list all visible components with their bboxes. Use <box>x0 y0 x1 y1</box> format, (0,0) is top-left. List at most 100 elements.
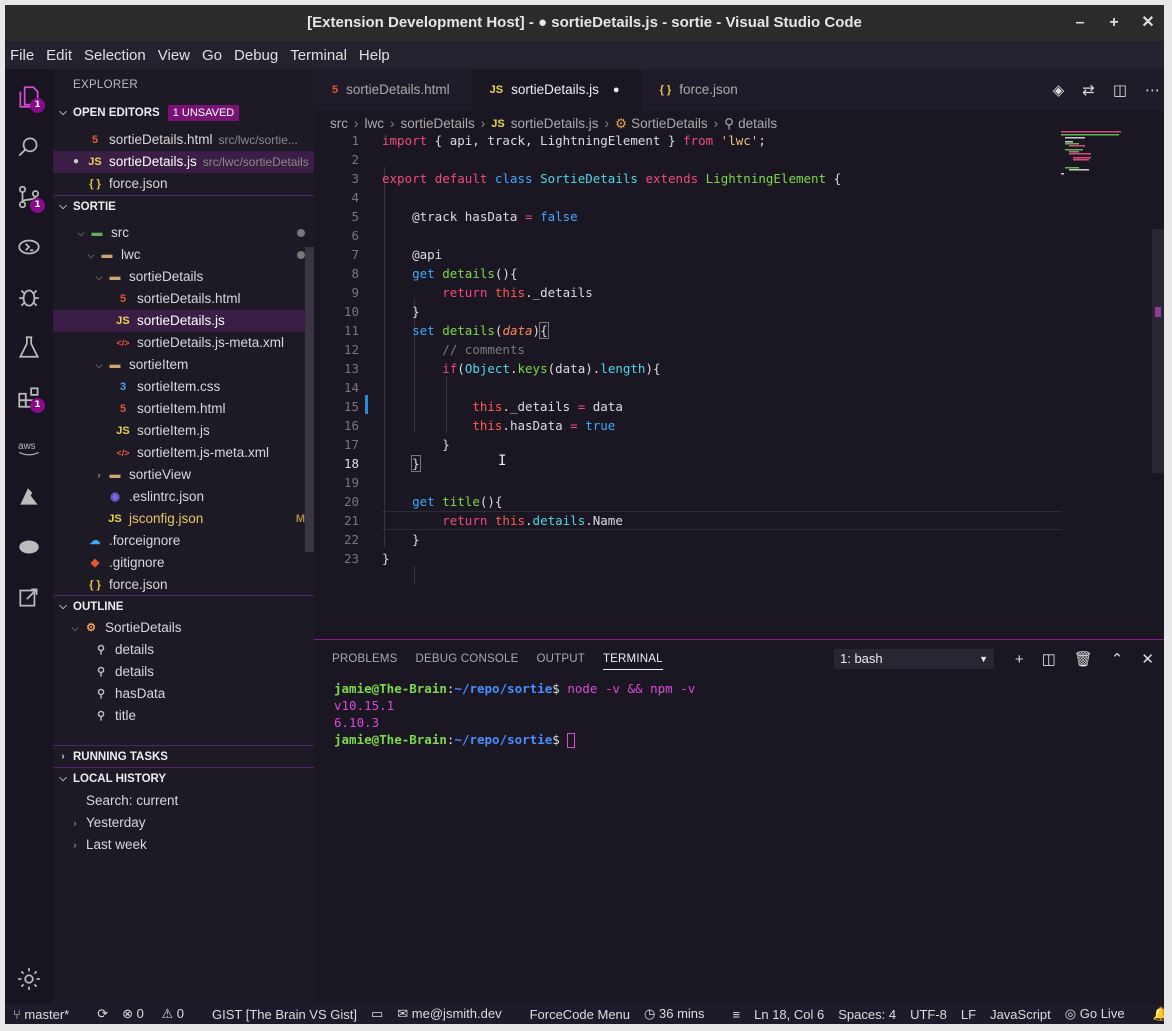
new-terminal-icon[interactable]: + <box>1015 651 1024 668</box>
encoding[interactable]: UTF-8 <box>910 1007 947 1022</box>
open-editor-item[interactable]: 5 sortieDetails.html src/lwc/sortie... <box>53 129 314 151</box>
open-editor-item[interactable]: ● JS sortieDetails.js src/lwc/sortieDetails <box>53 151 314 173</box>
menu-icon[interactable]: ≡ <box>733 1007 741 1022</box>
extensions-icon[interactable]: 1 <box>5 373 53 421</box>
explorer-icon[interactable]: 1 <box>5 73 53 121</box>
tree-folder-src[interactable]: ⌵ ▬ src <box>53 222 314 244</box>
maximize-panel-icon[interactable]: ⌃ <box>1111 650 1124 668</box>
tree-file[interactable]: </> sortieDetails.js-meta.xml <box>53 332 314 354</box>
split-terminal-icon[interactable]: ◫ <box>1042 650 1056 668</box>
editor-scrollbar[interactable] <box>1152 129 1164 629</box>
go-live-button[interactable]: ◎ Go Live <box>1065 1006 1139 1022</box>
tree-file[interactable]: </> sortieItem.js-meta.xml <box>53 442 314 464</box>
trash-icon[interactable]: 🗑 <box>1074 650 1093 668</box>
cursor-position[interactable]: Ln 18, Col 6 <box>754 1007 824 1022</box>
terminal-output[interactable]: jamie@The-Brain:~/repo/sortie$ node -v &… <box>334 680 695 748</box>
history-item[interactable]: › Last week <box>53 834 314 856</box>
source-control-icon[interactable]: 1 <box>5 173 53 221</box>
sortie-folder-header[interactable]: ⌵ SORTIE <box>53 195 314 217</box>
forcecode-menu[interactable]: ForceCode Menu <box>530 1007 630 1022</box>
azure-icon[interactable] <box>5 473 53 521</box>
maximize-button[interactable]: + <box>1106 5 1122 41</box>
open-editors-header[interactable]: ⌵ OPEN EDITORS 1 UNSAVED <box>53 102 314 124</box>
settings-gear-icon[interactable] <box>5 955 53 1003</box>
menu-view[interactable]: View <box>153 47 197 64</box>
terminal-select[interactable]: 1: bash <box>834 649 994 669</box>
timer-indicator[interactable]: ◷ 36 mins <box>644 1006 719 1022</box>
tree-file[interactable]: ◉ .eslintrc.json <box>53 486 314 508</box>
minimap[interactable] <box>1059 129 1139 189</box>
tree-file[interactable]: 5 sortieItem.html <box>53 398 314 420</box>
chevron-right-icon: › <box>61 750 65 762</box>
dirty-dot-icon[interactable]: ● <box>613 69 620 111</box>
menu-debug[interactable]: Debug <box>229 47 285 64</box>
close-panel-icon[interactable]: ✕ <box>1141 650 1154 668</box>
tab-sortiedetails-js[interactable]: JS sortieDetails.js ● <box>471 69 642 111</box>
outline-item[interactable]: ⚲ hasData <box>53 683 314 705</box>
branch-indicator[interactable]: ⑂ master* <box>13 1007 83 1022</box>
outline-class[interactable]: ⌵ ⚙ SortieDetails <box>53 617 314 639</box>
tab-sortiedetails-html[interactable]: 5 sortieDetails.html <box>314 69 472 111</box>
menu-selection[interactable]: Selection <box>79 47 153 64</box>
indentation[interactable]: Spaces: 4 <box>838 1007 896 1022</box>
aws-icon[interactable]: aws <box>5 423 53 471</box>
outline-header[interactable]: ⌵ OUTLINE <box>53 595 314 617</box>
open-editor-item[interactable]: { } force.json <box>53 173 314 195</box>
tab-problems[interactable]: PROBLEMS <box>332 649 398 669</box>
tab-terminal[interactable]: TERMINAL <box>602 649 663 670</box>
tree-file[interactable]: { } force.json <box>53 574 314 596</box>
tree-folder-lwc[interactable]: ⌵ ▬ lwc <box>53 244 314 266</box>
gist-indicator[interactable]: GIST [The Brain VS Gist] <box>212 1007 357 1022</box>
tree-file[interactable]: 3 sortieItem.css <box>53 376 314 398</box>
minimize-button[interactable]: – <box>1072 5 1088 41</box>
split-editor-icon[interactable]: ◫ <box>1113 81 1127 99</box>
menu-go[interactable]: Go <box>197 47 229 64</box>
salesforce-icon[interactable] <box>5 523 53 571</box>
menu-edit[interactable]: Edit <box>41 47 79 64</box>
code-line: } <box>382 304 420 319</box>
more-actions-icon[interactable]: ⋯ <box>1145 81 1160 99</box>
tab-force-json[interactable]: { } force.json <box>641 69 760 111</box>
tree-file[interactable]: ☁ .forceignore <box>53 530 314 552</box>
history-search[interactable]: Search: current <box>53 790 314 812</box>
outline-item[interactable]: ⚲ details <box>53 639 314 661</box>
open-changes-icon[interactable]: ⇄ <box>1082 81 1095 99</box>
eol[interactable]: LF <box>961 1007 976 1022</box>
history-item[interactable]: › Yesterday <box>53 812 314 834</box>
tree-folder-sortieview[interactable]: › ▬ sortieView <box>53 464 314 486</box>
menu-terminal[interactable]: Terminal <box>285 47 354 64</box>
tree-folder-sortiedetails[interactable]: ⌵ ▬ sortieDetails <box>53 266 314 288</box>
close-button[interactable]: ✕ <box>1140 5 1156 41</box>
code-line: @api <box>382 247 443 262</box>
debug-icon[interactable] <box>5 273 53 321</box>
sidebar-scrollbar[interactable] <box>305 247 314 552</box>
menu-help[interactable]: Help <box>354 47 397 64</box>
search-icon[interactable] <box>5 123 53 171</box>
sync-icon[interactable]: ⟳ <box>97 1006 108 1022</box>
code-editor[interactable]: 1 2 3 4 5 6 7 8 9 10 11 12 13 14 15 16 17 18 19 20 21 22 23 im… <box>314 129 1164 639</box>
outline-item[interactable]: ⚲ title <box>53 705 314 727</box>
tab-debug-console[interactable]: DEBUG CONSOLE <box>416 649 519 669</box>
tree-file[interactable]: ◆ .gitignore <box>53 552 314 574</box>
tree-file-selected[interactable]: JS sortieDetails.js <box>53 310 314 332</box>
tab-output[interactable]: OUTPUT <box>536 649 584 669</box>
tree-file[interactable]: JS sortieItem.js <box>53 420 314 442</box>
language-mode[interactable]: JavaScript <box>990 1007 1051 1022</box>
local-history-header[interactable]: ⌵ LOCAL HISTORY <box>53 767 314 789</box>
remote-explorer-icon[interactable] <box>5 223 53 271</box>
flask-icon[interactable] <box>5 323 53 371</box>
user-indicator[interactable]: ✉ me@jsmith.dev <box>397 1006 515 1022</box>
live-share-icon[interactable] <box>5 573 53 621</box>
tree-file[interactable]: 5 sortieDetails.html <box>53 288 314 310</box>
calendar-icon[interactable]: ▭ <box>371 1006 383 1022</box>
git-compare-icon[interactable]: ◈ <box>1053 81 1065 99</box>
problems-indicator[interactable]: ⊗ 0 ⚠ 0 <box>122 1006 198 1022</box>
menu-file[interactable]: File <box>5 47 41 64</box>
running-tasks-header[interactable]: › RUNNING TASKS <box>53 745 314 767</box>
chevron-down-icon: ⌵ <box>77 228 85 238</box>
notifications-bell-icon[interactable]: 🔔 1 <box>1153 1006 1164 1022</box>
tree-folder-sortieitem[interactable]: ⌵ ▬ sortieItem <box>53 354 314 376</box>
line-number: 6 <box>351 228 359 243</box>
outline-item[interactable]: ⚲ details <box>53 661 314 683</box>
tree-file[interactable]: JS jsconfig.json M <box>53 508 314 530</box>
